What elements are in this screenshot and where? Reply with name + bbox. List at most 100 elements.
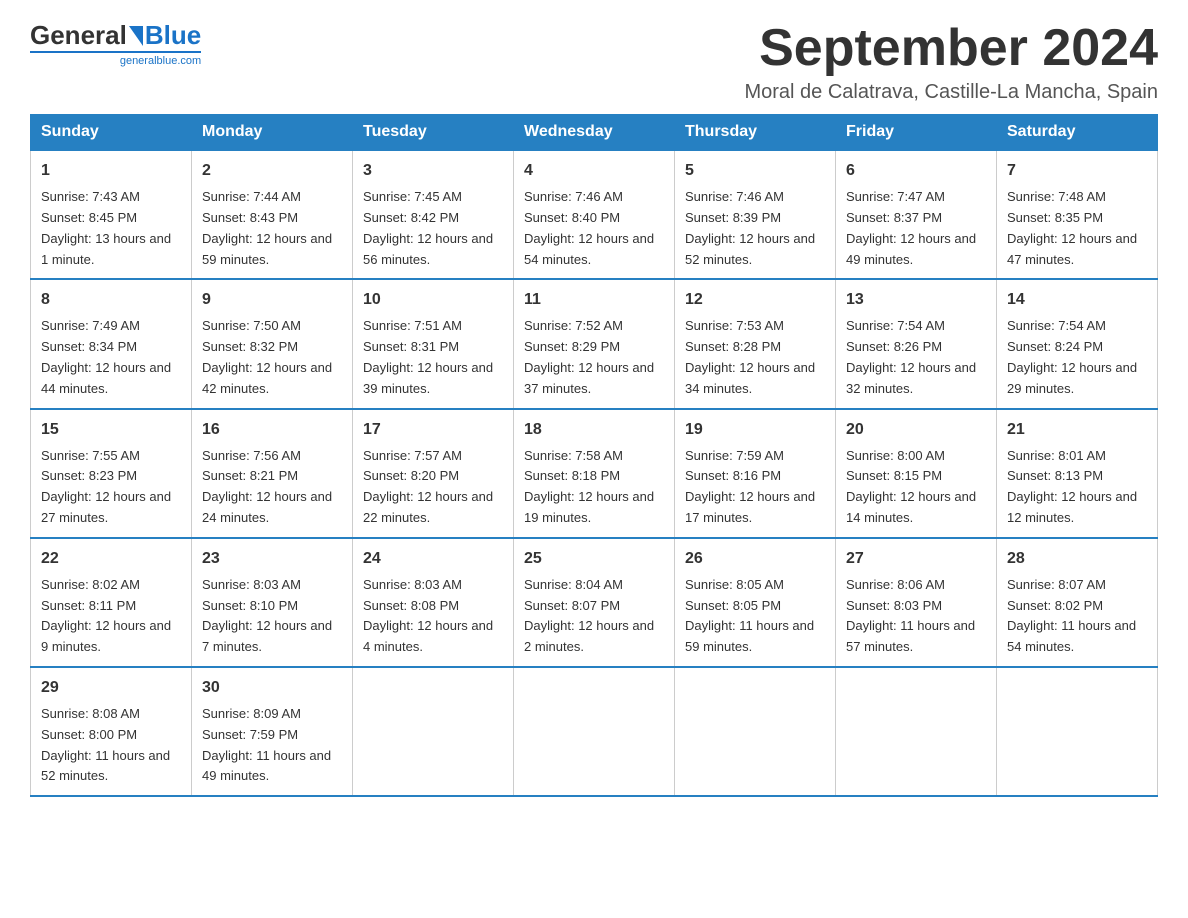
day-cell: 6 Sunrise: 7:47 AM Sunset: 8:37 PM Dayli… [836, 150, 997, 279]
day-number: 12 [685, 288, 825, 312]
day-cell: 3 Sunrise: 7:45 AM Sunset: 8:42 PM Dayli… [353, 150, 514, 279]
day-info: Sunrise: 8:00 AM Sunset: 8:15 PM Dayligh… [846, 446, 986, 529]
day-cell: 2 Sunrise: 7:44 AM Sunset: 8:43 PM Dayli… [192, 150, 353, 279]
day-info: Sunrise: 7:45 AM Sunset: 8:42 PM Dayligh… [363, 187, 503, 270]
day-cell: 11 Sunrise: 7:52 AM Sunset: 8:29 PM Dayl… [514, 279, 675, 408]
day-cell: 19 Sunrise: 7:59 AM Sunset: 8:16 PM Dayl… [675, 409, 836, 538]
header-monday: Monday [192, 115, 353, 151]
day-info: Sunrise: 7:50 AM Sunset: 8:32 PM Dayligh… [202, 316, 342, 399]
day-cell: 30 Sunrise: 8:09 AM Sunset: 7:59 PM Dayl… [192, 667, 353, 796]
week-row-4: 22 Sunrise: 8:02 AM Sunset: 8:11 PM Dayl… [31, 538, 1158, 667]
day-info: Sunrise: 7:54 AM Sunset: 8:24 PM Dayligh… [1007, 316, 1147, 399]
header-row: SundayMondayTuesdayWednesdayThursdayFrid… [31, 115, 1158, 151]
header-saturday: Saturday [997, 115, 1158, 151]
day-info: Sunrise: 7:59 AM Sunset: 8:16 PM Dayligh… [685, 446, 825, 529]
day-info: Sunrise: 7:47 AM Sunset: 8:37 PM Dayligh… [846, 187, 986, 270]
day-info: Sunrise: 8:03 AM Sunset: 8:08 PM Dayligh… [363, 575, 503, 658]
day-number: 23 [202, 547, 342, 571]
day-info: Sunrise: 8:03 AM Sunset: 8:10 PM Dayligh… [202, 575, 342, 658]
day-number: 15 [41, 418, 181, 442]
day-info: Sunrise: 8:01 AM Sunset: 8:13 PM Dayligh… [1007, 446, 1147, 529]
logo: General Blue generalblue.com [30, 20, 201, 67]
header-sunday: Sunday [31, 115, 192, 151]
week-row-1: 1 Sunrise: 7:43 AM Sunset: 8:45 PM Dayli… [31, 150, 1158, 279]
day-cell: 14 Sunrise: 7:54 AM Sunset: 8:24 PM Dayl… [997, 279, 1158, 408]
logo-general-text: General [30, 20, 127, 51]
day-info: Sunrise: 7:58 AM Sunset: 8:18 PM Dayligh… [524, 446, 664, 529]
day-info: Sunrise: 8:09 AM Sunset: 7:59 PM Dayligh… [202, 704, 342, 787]
calendar-subtitle: Moral de Calatrava, Castille-La Mancha, … [744, 81, 1158, 104]
header-wednesday: Wednesday [514, 115, 675, 151]
calendar-table: SundayMondayTuesdayWednesdayThursdayFrid… [30, 114, 1158, 797]
day-info: Sunrise: 7:49 AM Sunset: 8:34 PM Dayligh… [41, 316, 181, 399]
day-info: Sunrise: 8:06 AM Sunset: 8:03 PM Dayligh… [846, 575, 986, 658]
week-row-3: 15 Sunrise: 7:55 AM Sunset: 8:23 PM Dayl… [31, 409, 1158, 538]
day-number: 27 [846, 547, 986, 571]
logo-underline: generalblue.com [30, 51, 201, 67]
day-cell: 7 Sunrise: 7:48 AM Sunset: 8:35 PM Dayli… [997, 150, 1158, 279]
day-cell: 13 Sunrise: 7:54 AM Sunset: 8:26 PM Dayl… [836, 279, 997, 408]
day-number: 2 [202, 159, 342, 183]
day-cell: 16 Sunrise: 7:56 AM Sunset: 8:21 PM Dayl… [192, 409, 353, 538]
day-info: Sunrise: 7:55 AM Sunset: 8:23 PM Dayligh… [41, 446, 181, 529]
week-row-2: 8 Sunrise: 7:49 AM Sunset: 8:34 PM Dayli… [31, 279, 1158, 408]
day-cell: 18 Sunrise: 7:58 AM Sunset: 8:18 PM Dayl… [514, 409, 675, 538]
day-cell: 25 Sunrise: 8:04 AM Sunset: 8:07 PM Dayl… [514, 538, 675, 667]
day-cell: 5 Sunrise: 7:46 AM Sunset: 8:39 PM Dayli… [675, 150, 836, 279]
day-info: Sunrise: 7:46 AM Sunset: 8:39 PM Dayligh… [685, 187, 825, 270]
page-header: General Blue generalblue.com September 2… [30, 20, 1158, 104]
day-cell: 10 Sunrise: 7:51 AM Sunset: 8:31 PM Dayl… [353, 279, 514, 408]
day-number: 3 [363, 159, 503, 183]
title-block: September 2024 Moral de Calatrava, Casti… [744, 20, 1158, 104]
day-number: 19 [685, 418, 825, 442]
day-info: Sunrise: 7:54 AM Sunset: 8:26 PM Dayligh… [846, 316, 986, 399]
header-friday: Friday [836, 115, 997, 151]
day-info: Sunrise: 8:04 AM Sunset: 8:07 PM Dayligh… [524, 575, 664, 658]
day-number: 21 [1007, 418, 1147, 442]
day-info: Sunrise: 7:52 AM Sunset: 8:29 PM Dayligh… [524, 316, 664, 399]
day-cell [514, 667, 675, 796]
day-number: 24 [363, 547, 503, 571]
day-cell: 24 Sunrise: 8:03 AM Sunset: 8:08 PM Dayl… [353, 538, 514, 667]
day-info: Sunrise: 7:56 AM Sunset: 8:21 PM Dayligh… [202, 446, 342, 529]
day-number: 28 [1007, 547, 1147, 571]
day-number: 1 [41, 159, 181, 183]
day-info: Sunrise: 8:07 AM Sunset: 8:02 PM Dayligh… [1007, 575, 1147, 658]
day-number: 26 [685, 547, 825, 571]
day-number: 9 [202, 288, 342, 312]
logo-blue-text: Blue [145, 20, 201, 51]
day-number: 22 [41, 547, 181, 571]
day-number: 17 [363, 418, 503, 442]
day-number: 14 [1007, 288, 1147, 312]
day-cell [997, 667, 1158, 796]
day-number: 18 [524, 418, 664, 442]
day-cell: 8 Sunrise: 7:49 AM Sunset: 8:34 PM Dayli… [31, 279, 192, 408]
day-info: Sunrise: 8:08 AM Sunset: 8:00 PM Dayligh… [41, 704, 181, 787]
day-number: 11 [524, 288, 664, 312]
day-info: Sunrise: 7:48 AM Sunset: 8:35 PM Dayligh… [1007, 187, 1147, 270]
day-number: 16 [202, 418, 342, 442]
header-tuesday: Tuesday [353, 115, 514, 151]
day-cell [675, 667, 836, 796]
day-info: Sunrise: 8:05 AM Sunset: 8:05 PM Dayligh… [685, 575, 825, 658]
day-cell: 20 Sunrise: 8:00 AM Sunset: 8:15 PM Dayl… [836, 409, 997, 538]
day-cell [836, 667, 997, 796]
day-info: Sunrise: 7:43 AM Sunset: 8:45 PM Dayligh… [41, 187, 181, 270]
week-row-5: 29 Sunrise: 8:08 AM Sunset: 8:00 PM Dayl… [31, 667, 1158, 796]
day-number: 5 [685, 159, 825, 183]
day-number: 4 [524, 159, 664, 183]
day-cell: 4 Sunrise: 7:46 AM Sunset: 8:40 PM Dayli… [514, 150, 675, 279]
day-cell: 22 Sunrise: 8:02 AM Sunset: 8:11 PM Dayl… [31, 538, 192, 667]
day-info: Sunrise: 7:57 AM Sunset: 8:20 PM Dayligh… [363, 446, 503, 529]
day-cell: 29 Sunrise: 8:08 AM Sunset: 8:00 PM Dayl… [31, 667, 192, 796]
header-thursday: Thursday [675, 115, 836, 151]
day-cell: 9 Sunrise: 7:50 AM Sunset: 8:32 PM Dayli… [192, 279, 353, 408]
day-cell: 28 Sunrise: 8:07 AM Sunset: 8:02 PM Dayl… [997, 538, 1158, 667]
day-cell: 15 Sunrise: 7:55 AM Sunset: 8:23 PM Dayl… [31, 409, 192, 538]
day-number: 6 [846, 159, 986, 183]
day-info: Sunrise: 7:51 AM Sunset: 8:31 PM Dayligh… [363, 316, 503, 399]
day-cell: 27 Sunrise: 8:06 AM Sunset: 8:03 PM Dayl… [836, 538, 997, 667]
day-number: 8 [41, 288, 181, 312]
day-number: 7 [1007, 159, 1147, 183]
day-info: Sunrise: 7:46 AM Sunset: 8:40 PM Dayligh… [524, 187, 664, 270]
